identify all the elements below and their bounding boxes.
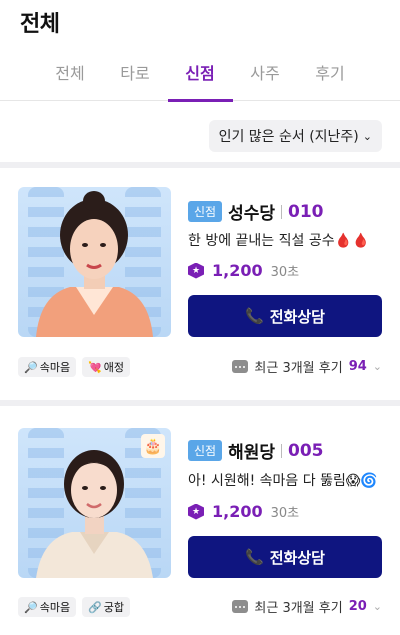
message-icon: [232, 600, 249, 613]
tag-chip[interactable]: 🔎 속마음: [18, 597, 77, 617]
magnifier-icon: 🔎: [24, 600, 38, 614]
chevron-down-icon: ⌄: [372, 600, 382, 613]
review-count: 20: [348, 599, 367, 614]
call-button-label: 전화상담: [269, 548, 325, 567]
price-unit: 30초: [270, 506, 300, 521]
tab-reviews[interactable]: 후기: [298, 52, 363, 100]
page-title: 전체: [20, 12, 60, 37]
chevron-down-icon: ⌄: [372, 360, 382, 373]
tag-label: 속마음: [39, 361, 71, 374]
tag-chip[interactable]: 🔗 궁합: [82, 597, 131, 617]
link-icon: 🔗: [88, 600, 102, 614]
sort-dropdown[interactable]: 인기 많은 순서 (지난주) ⌄: [208, 120, 382, 152]
review-count: 94: [348, 359, 367, 374]
counselor-code: 010: [288, 201, 324, 222]
phone-icon: 📞: [245, 307, 264, 325]
category-badge: 신점: [188, 201, 223, 222]
tag-chip[interactable]: 🔎 속마음: [18, 357, 77, 377]
category-badge: 신점: [188, 440, 223, 461]
magnifier-icon: 🔎: [24, 360, 38, 374]
counselor-name: 성수당: [228, 204, 276, 224]
tab-all[interactable]: 전체: [38, 52, 103, 100]
price: 1,200: [212, 502, 263, 521]
call-button[interactable]: 📞 전화상담: [188, 536, 382, 578]
price-unit: 30초: [270, 265, 300, 280]
price: 1,200: [212, 261, 263, 280]
tab-bar: 전체 타로 신점 사주 후기: [0, 52, 400, 102]
section-divider: [0, 162, 400, 168]
review-summary[interactable]: 최근 3개월 후기 20 ⌄: [232, 597, 382, 616]
coin-icon: ★: [188, 262, 204, 279]
counselor-photo[interactable]: 🎂: [18, 428, 171, 578]
counselor-photo[interactable]: [18, 187, 171, 337]
tab-saju[interactable]: 사주: [233, 52, 298, 100]
coin-icon: ★: [188, 503, 204, 520]
chevron-down-icon: ⌄: [362, 129, 372, 143]
divider: [281, 204, 283, 219]
counselor-tagline: 한 방에 끝내는 직설 공수🩸🩸: [188, 233, 370, 249]
review-label: 최근 3개월 후기: [254, 361, 343, 376]
section-divider: [0, 400, 400, 406]
counselor-code: 005: [288, 440, 324, 461]
tab-sinjeom[interactable]: 신점: [167, 52, 233, 102]
tag-label: 궁합: [103, 601, 125, 614]
call-button-label: 전화상담: [269, 307, 325, 326]
divider: [281, 443, 283, 458]
tag-chip[interactable]: 💘 애정: [82, 357, 131, 377]
phone-icon: 📞: [245, 548, 264, 566]
heart-arrow-icon: 💘: [88, 360, 102, 374]
tab-tarot[interactable]: 타로: [103, 52, 168, 100]
tag-label: 속마음: [39, 601, 71, 614]
review-summary[interactable]: 최근 3개월 후기 94 ⌄: [232, 357, 382, 376]
counselor-name: 해원당: [228, 443, 276, 463]
cake-icon: 🎂: [141, 434, 165, 458]
counselor-tagline: 아! 시원해! 속마음 다 뚫림😱🌀: [188, 473, 378, 489]
sort-label: 인기 많은 순서 (지난주): [218, 129, 359, 145]
message-icon: [232, 360, 249, 373]
review-label: 최근 3개월 후기: [254, 601, 343, 616]
call-button[interactable]: 📞 전화상담: [188, 295, 382, 337]
tag-label: 애정: [103, 361, 125, 374]
